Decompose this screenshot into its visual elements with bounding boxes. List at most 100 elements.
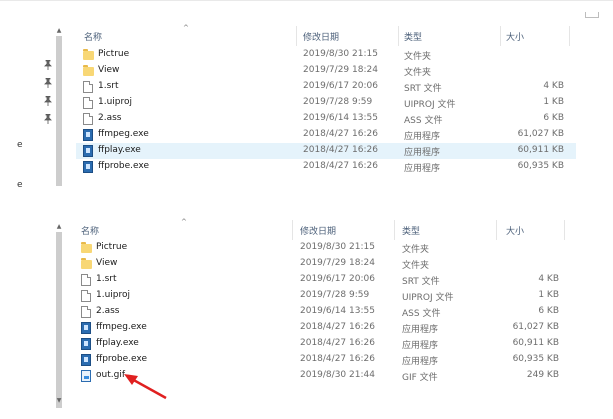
file-row[interactable]: Pictrue 2019/8/30 21:15 文件夹 [74, 240, 574, 256]
column-divider[interactable] [398, 26, 399, 46]
annotation-arrow-icon [124, 374, 167, 400]
file-row[interactable]: ffplay.exe 2018/4/27 16:26 应用程序 60,911 KB [74, 336, 574, 352]
file-size: 60,911 KB [512, 338, 559, 348]
nav-label-fragment: e [17, 180, 23, 190]
explorer-pane-before: e e ▲ ^ 名称 修改日期 类型 大小 Pictrue 2019/8/30 2… [0, 0, 613, 190]
file-name: ffprobe.exe [96, 354, 147, 364]
file-size: 61,027 KB [517, 129, 564, 139]
document-icon [81, 306, 91, 318]
column-divider[interactable] [496, 220, 497, 240]
folder-icon [83, 65, 94, 76]
file-type: 应用程序 [404, 132, 441, 142]
file-modified-date: 2018/4/27 16:26 [303, 161, 378, 171]
file-row[interactable]: 2.ass 2019/6/14 13:55 ASS 文件 6 KB [74, 304, 574, 320]
file-type: 文件夹 [402, 261, 430, 271]
column-divider[interactable] [296, 26, 297, 46]
exe-icon [83, 129, 93, 141]
file-row[interactable]: 2.ass 2019/6/14 13:55 ASS 文件 6 KB [76, 111, 576, 127]
file-row[interactable]: ffprobe.exe 2018/4/27 16:26 应用程序 60,935 KB [76, 159, 576, 175]
file-row[interactable]: ffmpeg.exe 2018/4/27 16:26 应用程序 61,027 KB [76, 127, 576, 143]
file-row[interactable]: Pictrue 2019/8/30 21:15 文件夹 [76, 47, 576, 63]
file-row[interactable]: View 2019/7/29 18:24 文件夹 [76, 63, 576, 79]
gif-icon [81, 370, 91, 382]
column-header-size[interactable]: 大小 [506, 30, 524, 43]
scrollbar-thumb[interactable] [56, 232, 62, 408]
file-modified-date: 2019/6/17 20:06 [303, 81, 378, 91]
file-modified-date: 2018/4/27 16:26 [300, 354, 375, 364]
pin-icon[interactable] [44, 96, 52, 106]
column-header-date[interactable]: 修改日期 [303, 30, 339, 43]
file-row[interactable]: 1.srt 2019/6/17 20:06 SRT 文件 4 KB [74, 272, 574, 288]
file-type: 应用程序 [404, 148, 441, 158]
column-divider[interactable] [394, 220, 395, 240]
column-header-size[interactable]: 大小 [506, 224, 524, 237]
file-name: ffprobe.exe [98, 161, 149, 171]
file-type: UIPROJ 文件 [404, 100, 456, 110]
file-type: 文件夹 [404, 52, 432, 62]
column-header-type[interactable]: 类型 [402, 224, 420, 237]
exe-icon [81, 322, 91, 334]
file-type: UIPROJ 文件 [402, 293, 454, 303]
nav-label-fragment: e [17, 140, 23, 150]
navigation-strip: e e ▲ [0, 0, 68, 190]
file-row[interactable]: 1.uiproj 2019/7/28 9:59 UIPROJ 文件 1 KB [74, 288, 574, 304]
exe-icon [81, 354, 91, 366]
column-divider[interactable] [564, 220, 565, 240]
file-list: ^ 名称 修改日期 类型 大小 Pictrue 2019/8/30 21:15 文件… [74, 214, 574, 384]
column-header-name[interactable]: 名称 [84, 30, 102, 43]
file-rows: Pictrue 2019/8/30 21:15 文件夹 View 2019/7/29 1… [74, 240, 574, 384]
scroll-down-arrow-icon[interactable]: ▼ [56, 398, 62, 404]
file-row[interactable]: ffmpeg.exe 2018/4/27 16:26 应用程序 61,027 KB [74, 320, 574, 336]
scroll-up-arrow-icon[interactable]: ▲ [56, 28, 62, 34]
file-modified-date: 2018/4/27 16:26 [300, 338, 375, 348]
file-rows: Pictrue 2019/8/30 21:15 文件夹 View 2019/7/29 1… [76, 47, 576, 175]
file-size: 6 KB [538, 306, 559, 316]
scroll-up-arrow-icon[interactable]: ▲ [56, 224, 62, 230]
file-type: ASS 文件 [402, 309, 441, 319]
file-modified-date: 2019/7/28 9:59 [303, 97, 373, 107]
file-name: ffmpeg.exe [98, 129, 149, 139]
pin-icon[interactable] [44, 78, 52, 88]
file-name: Pictrue [98, 49, 130, 59]
file-size: 60,911 KB [517, 145, 564, 155]
column-header-type[interactable]: 类型 [404, 30, 422, 43]
exe-icon [81, 338, 91, 350]
file-row[interactable]: View 2019/7/29 18:24 文件夹 [74, 256, 574, 272]
document-icon [83, 113, 93, 125]
pin-icon[interactable] [44, 114, 52, 124]
folder-icon [81, 258, 92, 269]
column-header-name[interactable]: 名称 [81, 224, 99, 237]
column-divider[interactable] [569, 26, 570, 46]
document-icon [83, 81, 93, 93]
folder-icon [81, 242, 92, 253]
vertical-scrollbar[interactable]: ▲ ▼ [56, 214, 62, 419]
column-header-row: ^ 名称 修改日期 类型 大小 [74, 218, 574, 240]
file-size: 4 KB [538, 274, 559, 284]
file-modified-date: 2018/4/27 16:26 [303, 145, 378, 155]
file-name: Pictrue [96, 242, 128, 252]
pin-icon[interactable] [44, 60, 52, 70]
sort-ascending-icon: ^ [181, 218, 187, 226]
file-modified-date: 2019/6/14 13:55 [300, 306, 375, 316]
file-row[interactable]: 1.uiproj 2019/7/28 9:59 UIPROJ 文件 1 KB [76, 95, 576, 111]
file-name: 1.uiproj [98, 97, 133, 107]
file-row[interactable]: ffprobe.exe 2018/4/27 16:26 应用程序 60,935 KB [74, 352, 574, 368]
file-name: 2.ass [96, 306, 120, 316]
file-type: SRT 文件 [402, 277, 440, 287]
file-name: ffmpeg.exe [96, 322, 147, 332]
vertical-scrollbar[interactable]: ▲ [56, 0, 62, 190]
sort-ascending-icon: ^ [183, 24, 189, 32]
file-name: ffplay.exe [96, 338, 139, 348]
column-divider[interactable] [292, 220, 293, 240]
file-row[interactable]: ffplay.exe 2018/4/27 16:26 应用程序 60,911 KB [76, 143, 576, 159]
file-type: 应用程序 [402, 341, 439, 351]
file-type: 应用程序 [402, 325, 439, 335]
column-header-date[interactable]: 修改日期 [300, 224, 336, 237]
file-modified-date: 2019/8/30 21:15 [300, 242, 375, 252]
file-row[interactable]: 1.srt 2019/6/17 20:06 SRT 文件 4 KB [76, 79, 576, 95]
file-name: 1.srt [96, 274, 117, 284]
file-type: 应用程序 [404, 164, 441, 174]
file-modified-date: 2019/8/30 21:44 [300, 370, 375, 380]
column-divider[interactable] [500, 26, 501, 46]
scrollbar-thumb[interactable] [56, 36, 62, 186]
